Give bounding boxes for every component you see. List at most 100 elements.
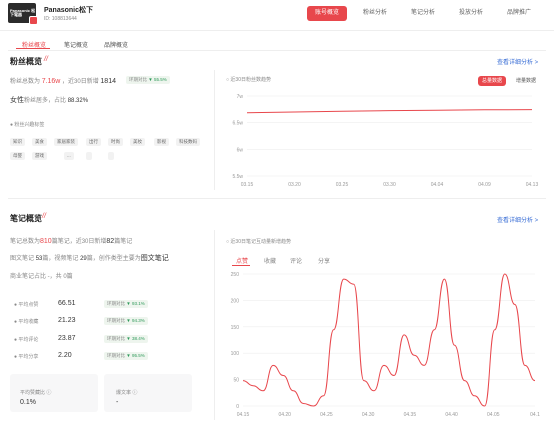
- gender-text: 粉丝居多，占比: [24, 98, 67, 104]
- interest-tag: 时尚: [108, 138, 123, 146]
- y-tick-label: 100: [231, 351, 240, 357]
- x-tick-label: 04.15: [237, 412, 250, 418]
- tab-notes-analysis[interactable]: 笔记分析: [403, 6, 443, 21]
- fans-trend-chart: 7w 6.5w 6w 5.5w 03.15 03.20 03.25 03.30 04.04 04…: [232, 94, 538, 188]
- metric-value: 21.23: [58, 317, 76, 324]
- notes-total-line: 笔记总数为810篇笔记，近30日新增82篇笔记: [10, 236, 132, 245]
- y-tick-label: 50: [233, 378, 239, 384]
- fans-series-line: [246, 109, 533, 114]
- y-tick-label: 6w: [237, 147, 244, 153]
- compare-value: ▼ 55.5%: [148, 77, 167, 82]
- y-tick-label: 150: [231, 325, 240, 331]
- interest-tag: 游戏: [32, 152, 47, 160]
- fans-total-value: 7.16w: [41, 78, 61, 85]
- subtab-brand[interactable]: 品牌概览: [104, 40, 128, 49]
- interest-tag: 美食: [32, 138, 47, 146]
- y-tick-label: 7w: [237, 94, 244, 100]
- tab-brand-promo[interactable]: 品牌推广: [499, 6, 539, 21]
- interest-tag: 母婴: [10, 152, 25, 160]
- fans-recent-label: ，近30日新增: [62, 79, 99, 85]
- compare-value: ▼ 93.1%: [126, 301, 145, 306]
- chart-tab-favorites[interactable]: 收藏: [264, 256, 276, 265]
- notes-text: 笔记总数为: [10, 239, 41, 245]
- notes-commercial-line: 商业笔记占比 -，共 0篇: [10, 274, 73, 280]
- divider: [8, 198, 546, 199]
- gender-label: 女性: [10, 97, 24, 104]
- stat-box-viral-rate: 爆文率 ⓘ -: [104, 374, 192, 412]
- interest-tag: 科技数码: [176, 138, 200, 146]
- y-tick-label: 200: [231, 298, 240, 304]
- y-tick-label: 5.5w: [232, 174, 243, 180]
- x-tick-label: 03.25: [336, 182, 349, 188]
- gender-value: 88.32%: [67, 98, 89, 104]
- tab-account-overview[interactable]: 账号概览: [307, 6, 347, 21]
- divider: [214, 70, 215, 190]
- btn-total-data[interactable]: 总量数据: [478, 76, 507, 86]
- metric-label: ● 平均收藏: [14, 319, 39, 325]
- metric-label-text: 平均收藏: [18, 319, 39, 325]
- x-tick-label: 04.40: [445, 412, 458, 418]
- fans-total-label: 粉丝总数为: [10, 79, 41, 85]
- y-tick-label: 6.5w: [232, 121, 243, 127]
- btn-increment-data[interactable]: 增量数据: [512, 76, 540, 86]
- fans-more-link[interactable]: 查看详细分析 >: [497, 57, 538, 66]
- stat-box-label: 平均赞藏比 ⓘ: [20, 390, 52, 396]
- notes-total-value: 810: [40, 238, 52, 245]
- compare-label: 环期对比: [107, 318, 125, 323]
- x-tick-label: 04.30: [362, 412, 375, 418]
- fans-gender-line: 女性粉丝居多，占比 88.32%: [10, 95, 88, 105]
- metric-compare-badge: 环期对比 ▼ 93.1%: [104, 300, 148, 308]
- fans-total-line: 粉丝总数为 7.16w ，近30日新增 1814: [10, 76, 116, 85]
- interest-label-line: ● 粉丝兴趣标签: [10, 122, 45, 128]
- notes-type-line: 图文笔记 53篇，视频笔记 29篇，创作类型主要为图文笔记: [10, 253, 169, 263]
- metric-label-text: 平均评论: [18, 337, 39, 343]
- x-tick-label: 04.20: [278, 412, 291, 418]
- notes-chart-title-text: 近30日笔记互动量新增趋势: [230, 239, 291, 245]
- tab-fans-analysis[interactable]: 粉丝分析: [355, 6, 395, 21]
- chart-tab-shares[interactable]: 分享: [318, 256, 330, 265]
- notes-video-count: 29: [80, 256, 87, 262]
- metric-label-text: 平均分享: [18, 354, 39, 360]
- x-tick-label: 03.20: [288, 182, 301, 188]
- x-tick-label: 03.15: [241, 182, 254, 188]
- notes-more-link[interactable]: 查看详细分析 >: [497, 215, 538, 224]
- x-tick-label: 04.25: [320, 412, 333, 418]
- divider: [214, 230, 215, 420]
- interest-tag-more[interactable]: [108, 152, 114, 160]
- metric-compare-badge: 环期对比 ▼ 94.3%: [104, 317, 148, 325]
- metric-compare-badge: 环期对比 ▼ 95.5%: [104, 352, 148, 360]
- compare-value: ▼ 94.3%: [126, 318, 145, 323]
- x-tick-label: 04.05: [487, 412, 500, 418]
- title-accent-icon: //: [44, 56, 48, 63]
- chart-tab-likes[interactable]: 点赞: [236, 256, 248, 265]
- subtab-notes[interactable]: 笔记概览: [64, 40, 88, 49]
- chart-tab-comments[interactable]: 评论: [290, 256, 302, 265]
- y-tick-label: 250: [231, 272, 240, 278]
- metric-compare-badge: 环期对比 ▼ 38.4%: [104, 335, 148, 343]
- compare-value: ▼ 95.5%: [126, 353, 145, 358]
- interest-tag: 家居家装: [54, 138, 78, 146]
- interest-tag: [86, 152, 92, 160]
- metric-label: ● 平均点赞: [14, 302, 39, 308]
- stat-box-like-fav-ratio: 平均赞藏比 ⓘ 0.1%: [10, 374, 98, 412]
- fans-recent-value: 1814: [100, 78, 116, 85]
- logo-text: Panasonic 松下電器: [10, 8, 36, 17]
- fans-chart-title: ○ 近30日粉丝数趋势: [226, 77, 271, 83]
- notes-text: 篇，创作类型主要为: [86, 256, 141, 262]
- tab-ads-analysis[interactable]: 投放分析: [451, 6, 491, 21]
- notes-main-type: 图文笔记: [140, 255, 169, 262]
- metric-value: 2.20: [58, 352, 72, 359]
- stat-box-value: 0.1%: [20, 399, 36, 406]
- stat-box-value: -: [116, 399, 119, 406]
- chart-tab-indicator: [232, 265, 250, 266]
- y-tick-label: 0: [236, 404, 239, 410]
- metric-label: ● 平均分享: [14, 354, 39, 360]
- metric-label: ● 平均评论: [14, 337, 39, 343]
- brand-name: Panasonic松下: [44, 7, 94, 14]
- notes-section-title: 笔记概览: [10, 214, 42, 223]
- divider: [0, 30, 554, 31]
- interest-tag: ...: [64, 152, 74, 160]
- metric-value: 66.51: [58, 300, 76, 307]
- interest-label: 粉丝兴趣标签: [14, 122, 45, 128]
- interest-tag: 出行: [86, 138, 101, 146]
